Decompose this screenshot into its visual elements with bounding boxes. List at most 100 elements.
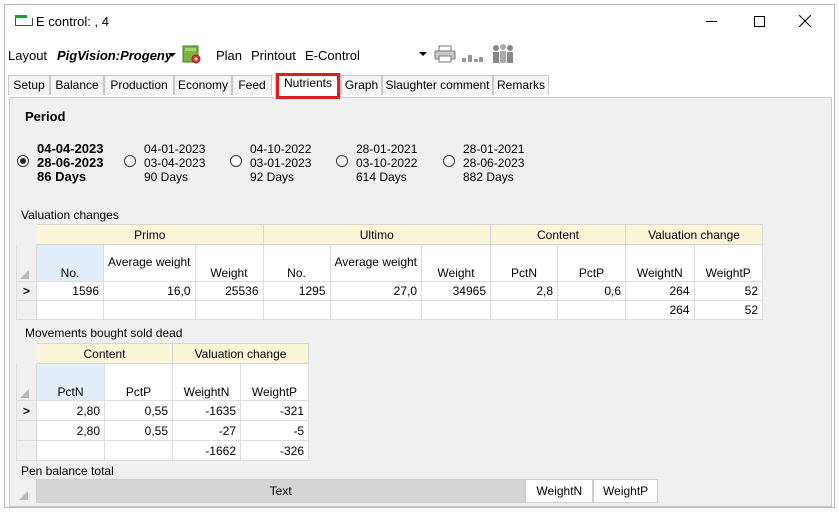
table-row[interactable]: > 2,80 0,55 -1635 -321 xyxy=(16,400,309,421)
col-ultimo-average-weight[interactable]: Average weight xyxy=(329,244,422,282)
period-option-3[interactable]: 04-10-2022 03-01-2023 92 Days xyxy=(250,142,311,184)
cell[interactable]: 0,6 xyxy=(557,281,626,301)
cell[interactable]: 16,0 xyxy=(103,281,196,301)
maximize-button[interactable] xyxy=(736,5,782,37)
row-selector[interactable] xyxy=(16,420,37,441)
table-row[interactable]: 2,80 0,55 -27 -5 xyxy=(16,420,309,441)
tab-remarks[interactable]: Remarks xyxy=(493,75,549,95)
period-5-to: 28-06-2023 xyxy=(463,156,525,170)
col-pctp[interactable]: PctP xyxy=(557,244,626,282)
cell[interactable] xyxy=(557,300,626,320)
cell[interactable]: -326 xyxy=(240,440,309,461)
cell[interactable] xyxy=(329,300,422,320)
tab-balance[interactable]: Balance xyxy=(50,75,104,95)
col-weightp[interactable]: WeightP xyxy=(693,244,763,282)
cell[interactable]: 264 xyxy=(625,300,695,320)
cell[interactable]: -1635 xyxy=(172,400,241,421)
col-primo-average-weight[interactable]: Average weight xyxy=(103,244,196,282)
period-option-4[interactable]: 28-01-2021 03-10-2022 614 Days xyxy=(356,142,417,184)
cell[interactable]: 52 xyxy=(693,300,763,320)
period-option-1[interactable]: 04-04-2023 28-06-2023 86 Days xyxy=(37,142,104,184)
layout-dropdown-arrow-icon[interactable] xyxy=(168,53,176,57)
period-4-days: 614 Days xyxy=(356,170,407,184)
col-weightn[interactable]: WeightN xyxy=(525,479,594,503)
period-option-5[interactable]: 28-01-2021 28-06-2023 882 Days xyxy=(463,142,524,184)
cell[interactable] xyxy=(421,300,491,320)
tab-graph[interactable]: Graph xyxy=(341,75,382,95)
cell[interactable] xyxy=(490,300,558,320)
row-selector[interactable] xyxy=(16,300,37,320)
maximize-icon xyxy=(753,15,765,27)
period-option-2[interactable]: 04-01-2023 03-04-2023 90 Days xyxy=(144,142,205,184)
layout-label: Layout xyxy=(8,48,48,63)
col-ultimo-weight[interactable]: Weight xyxy=(421,244,491,282)
select-all-corner[interactable] xyxy=(16,244,37,282)
cell[interactable]: 264 xyxy=(625,281,695,301)
select-all-corner[interactable] xyxy=(16,363,37,401)
period-radio-2[interactable] xyxy=(124,155,136,167)
cell[interactable]: 25536 xyxy=(194,281,264,301)
cell[interactable]: 27,0 xyxy=(329,281,422,301)
col-pctp[interactable]: PctP xyxy=(104,363,173,401)
row-selector-icon[interactable]: > xyxy=(16,400,37,421)
col-pctn[interactable]: PctN xyxy=(490,244,558,282)
minimize-button[interactable] xyxy=(688,5,734,37)
print-icon[interactable] xyxy=(433,45,457,63)
printout-dropdown[interactable]: E-Control xyxy=(303,43,429,65)
cell[interactable] xyxy=(36,440,105,461)
select-all-corner[interactable] xyxy=(16,479,36,503)
period-2-days: 90 Days xyxy=(144,170,189,184)
animals-icon[interactable] xyxy=(489,43,517,65)
cell[interactable] xyxy=(103,300,196,320)
cell[interactable]: 1596 xyxy=(36,281,104,301)
cell[interactable]: -27 xyxy=(172,420,241,441)
table-row-total[interactable]: -1662 -326 xyxy=(16,440,309,461)
row-selector-icon[interactable]: > xyxy=(16,281,37,301)
close-button[interactable] xyxy=(782,5,828,37)
cell[interactable] xyxy=(194,300,264,320)
layout-settings-icon[interactable] xyxy=(182,44,202,64)
cell[interactable] xyxy=(36,300,104,320)
tab-slaughter-comment[interactable]: Slaughter comment xyxy=(382,75,493,95)
col-weightn[interactable]: WeightN xyxy=(625,244,695,282)
col-primo-no[interactable]: No. xyxy=(36,244,104,282)
tab-setup[interactable]: Setup xyxy=(8,75,50,95)
group-content: Content xyxy=(490,224,626,245)
col-pctn[interactable]: PctN xyxy=(36,363,105,401)
period-radio-4[interactable] xyxy=(336,155,348,167)
cell[interactable]: 34965 xyxy=(421,281,491,301)
group-content: Content xyxy=(36,343,173,364)
tab-production[interactable]: Production xyxy=(104,75,174,95)
col-weightn[interactable]: WeightN xyxy=(172,363,241,401)
row-selector[interactable] xyxy=(16,440,37,461)
plan-button[interactable]: Plan xyxy=(216,48,242,63)
valuation-changes-label: Valuation changes xyxy=(21,208,119,222)
col-weightp[interactable]: WeightP xyxy=(240,363,309,401)
cell[interactable]: 1295 xyxy=(262,281,331,301)
table-row[interactable]: > 1596 16,0 25536 1295 27,0 34965 2,8 0,… xyxy=(16,281,763,301)
col-ultimo-no[interactable]: No. xyxy=(262,244,331,282)
cell[interactable]: 2,80 xyxy=(36,400,105,421)
period-radio-1[interactable] xyxy=(17,155,29,167)
cell[interactable]: 2,80 xyxy=(36,420,105,441)
cell[interactable] xyxy=(104,440,173,461)
cell[interactable]: -1662 xyxy=(172,440,241,461)
col-primo-weight[interactable]: Weight xyxy=(194,244,264,282)
col-text[interactable]: Text xyxy=(35,479,526,503)
tab-economy[interactable]: Economy xyxy=(174,75,232,95)
cell[interactable]: 0,55 xyxy=(104,400,173,421)
tab-highlight-box xyxy=(276,73,340,99)
cell[interactable]: -5 xyxy=(240,420,309,441)
col-weightp[interactable]: WeightP xyxy=(593,479,658,503)
table-row-total[interactable]: 264 52 xyxy=(16,300,763,320)
cell[interactable]: 0,55 xyxy=(104,420,173,441)
cell[interactable] xyxy=(262,300,331,320)
chart-icon[interactable] xyxy=(460,47,484,63)
layout-dropdown[interactable]: PigVision:Progeny xyxy=(57,48,172,63)
period-radio-5[interactable] xyxy=(443,155,455,167)
cell[interactable]: -321 xyxy=(240,400,309,421)
period-radio-3[interactable] xyxy=(230,155,242,167)
cell[interactable]: 2,8 xyxy=(490,281,558,301)
tab-feed[interactable]: Feed xyxy=(232,75,272,95)
cell[interactable]: 52 xyxy=(693,281,763,301)
